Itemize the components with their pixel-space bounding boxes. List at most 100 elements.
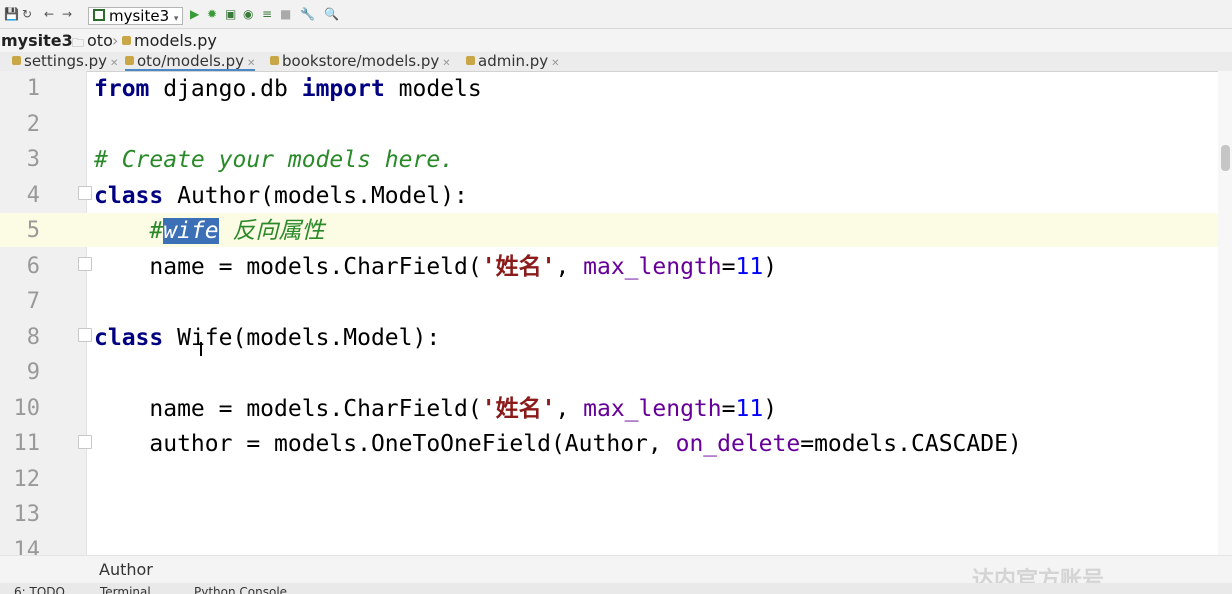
- tool-window-bar: 6: TODO Terminal Python Console: [0, 583, 1232, 594]
- python-file-icon: [12, 56, 21, 65]
- code-text: #: [149, 218, 164, 244]
- code-text: 反向属性: [218, 218, 325, 244]
- django-icon: [93, 9, 105, 21]
- line-number: 14: [13, 537, 41, 555]
- code-line-3: # Create your models here.: [94, 147, 455, 173]
- code-text: author = models.OneToOneField(Author,: [94, 431, 676, 457]
- back-icon[interactable]: ←: [44, 6, 54, 22]
- code-text: ,: [555, 253, 584, 280]
- tab-label: oto/models.py: [137, 52, 244, 70]
- run-config-label: mysite3: [109, 7, 170, 25]
- code-line-8: class Wife(models.Model):: [94, 320, 440, 356]
- stop-icon[interactable]: ■: [280, 6, 291, 22]
- code-line-6: name = models.CharField('姓名', max_length…: [94, 249, 777, 285]
- navigation-bar: mysite3 🗀 oto › models.py: [0, 29, 1232, 52]
- debug-icon[interactable]: ✹: [207, 6, 217, 22]
- breadcrumb-project[interactable]: mysite3: [1, 31, 73, 51]
- code-breadcrumb-item[interactable]: Author: [99, 560, 153, 580]
- folder-icon: 🗀: [72, 36, 85, 50]
- code-text: Author(models.Model):: [163, 182, 468, 209]
- code-text: =: [721, 253, 736, 280]
- save-icon[interactable]: 💾: [4, 6, 19, 22]
- chevron-right-icon: ›: [112, 31, 119, 50]
- forward-icon[interactable]: →: [62, 6, 72, 22]
- line-number: 1: [26, 76, 40, 101]
- line-number: 11: [13, 431, 41, 456]
- coverage-icon[interactable]: ▣: [225, 6, 236, 22]
- sync-icon[interactable]: ↻: [22, 6, 32, 22]
- close-icon[interactable]: ✕: [551, 58, 559, 69]
- line-number: 3: [26, 147, 40, 172]
- breadcrumb-file-label: models.py: [134, 31, 217, 50]
- terminal-tool-button[interactable]: Terminal: [100, 585, 151, 594]
- search-icon[interactable]: 🔍: [324, 6, 339, 22]
- code-text: name = models.CharField(: [94, 253, 482, 280]
- tab-label: settings.py: [24, 52, 107, 70]
- line-number-gutter[interactable]: 1 2 3 4 5 6 7 8 9 10 11 12 13 14: [0, 71, 87, 555]
- chevron-down-icon: ▾: [173, 14, 179, 24]
- line-number: 12: [13, 466, 41, 492]
- line-number: 13: [13, 502, 41, 527]
- code-line-1: from django.db import models: [94, 71, 482, 107]
- mouse-cursor-icon: [200, 342, 208, 356]
- python-file-icon: [125, 56, 134, 65]
- close-icon[interactable]: ✕: [110, 58, 118, 69]
- code-line-4: class Author(models.Model):: [94, 178, 468, 214]
- main-toolbar: 💾 ↻ ← → mysite3 ▾ ▶ ✹ ▣ ◉ ≡ ■ 🔧 🔍: [0, 0, 1232, 29]
- keyword: import: [301, 76, 385, 102]
- python-file-icon: [466, 56, 475, 65]
- close-icon[interactable]: ✕: [442, 58, 450, 69]
- code-text: ,: [555, 395, 584, 422]
- line-number: 4: [26, 182, 40, 208]
- todo-tool-button[interactable]: 6: TODO: [14, 585, 65, 594]
- line-number: 6: [26, 253, 40, 279]
- tab-oto-models[interactable]: oto/models.py ✕: [125, 52, 256, 71]
- code-text: =models.CASCADE): [800, 431, 1022, 457]
- code-text: models: [384, 76, 482, 102]
- code-text: name = models.CharField(: [94, 395, 482, 422]
- code-text: ): [763, 395, 778, 422]
- python-console-tool-button[interactable]: Python Console: [194, 585, 287, 594]
- python-file-icon: [270, 56, 279, 65]
- code-text: django.db: [149, 76, 302, 102]
- run-config-selector[interactable]: mysite3 ▾: [88, 7, 184, 25]
- profile-icon[interactable]: ◉: [243, 6, 253, 22]
- code-line-11: author = models.OneToOneField(Author, on…: [94, 426, 1022, 462]
- code-editor[interactable]: from django.db import models # Create yo…: [86, 71, 1232, 555]
- line-number: 10: [13, 395, 41, 421]
- editor-tabs: settings.py ✕ oto/models.py ✕ bookstore/mo…: [0, 52, 1232, 72]
- param-name: max_length: [583, 253, 722, 280]
- string-literal: '姓名': [481, 395, 556, 422]
- tab-label: bookstore/models.py: [282, 52, 440, 70]
- code-text: =: [721, 395, 736, 422]
- string-literal: '姓名': [481, 253, 556, 280]
- tab-admin[interactable]: admin.py ✕: [466, 52, 560, 71]
- close-icon[interactable]: ✕: [247, 58, 255, 69]
- tab-label: admin.py: [478, 52, 549, 70]
- param-name: max_length: [583, 395, 722, 422]
- number-literal: 11: [735, 395, 764, 422]
- line-number: 7: [26, 289, 40, 314]
- vertical-scrollbar[interactable]: [1218, 71, 1232, 555]
- keyword: class: [94, 182, 164, 209]
- keyword: from: [94, 76, 150, 102]
- concurrency-icon[interactable]: ≡: [262, 6, 272, 22]
- run-icon[interactable]: ▶: [190, 6, 199, 22]
- line-number: 9: [26, 360, 40, 385]
- param-name: on_delete: [675, 431, 801, 457]
- breadcrumb-folder[interactable]: oto: [87, 31, 113, 51]
- breadcrumb-file[interactable]: models.py: [122, 31, 217, 51]
- selected-text: wife: [163, 218, 219, 244]
- code-line-10: name = models.CharField('姓名', max_length…: [94, 391, 777, 427]
- keyword: class: [94, 324, 164, 351]
- scrollbar-thumb[interactable]: [1221, 145, 1230, 171]
- number-literal: 11: [735, 253, 764, 280]
- python-file-icon: [122, 36, 131, 45]
- tab-settings[interactable]: settings.py ✕: [12, 52, 118, 71]
- wrench-icon[interactable]: 🔧: [300, 6, 315, 22]
- code-line-5: #wife 反向属性: [94, 213, 325, 249]
- code-text: ): [763, 253, 778, 280]
- tab-bookstore-models[interactable]: bookstore/models.py ✕: [270, 52, 451, 71]
- line-number: 5: [26, 218, 40, 243]
- line-number: 2: [26, 111, 40, 137]
